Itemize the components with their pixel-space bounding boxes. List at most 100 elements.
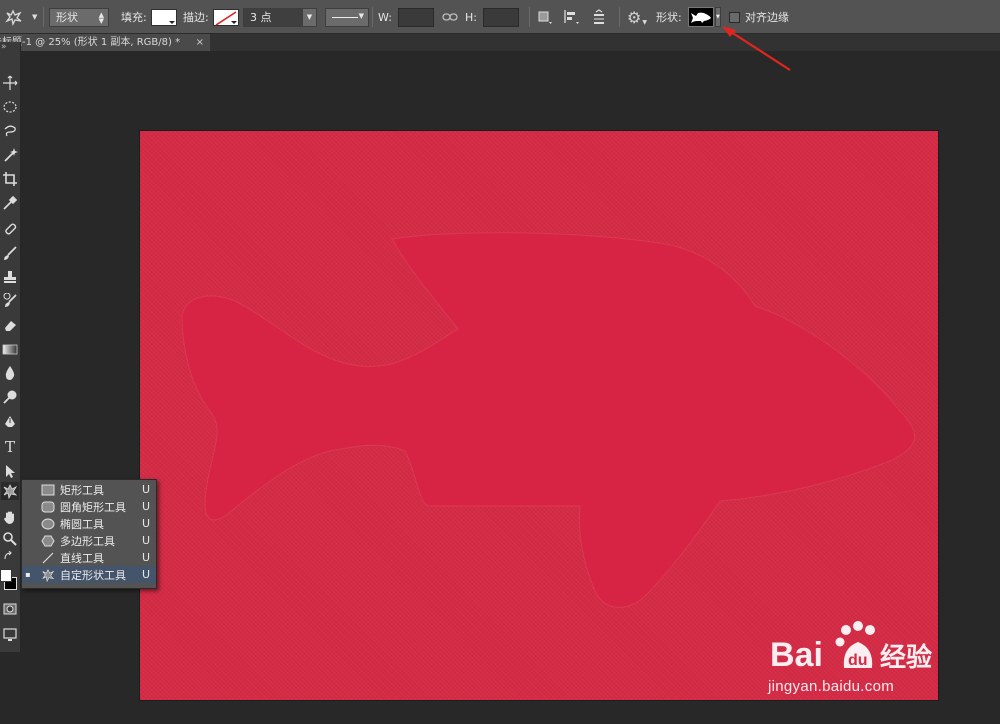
fish-shape-layer[interactable] [140, 131, 938, 700]
lasso-tool-icon[interactable] [1, 122, 19, 140]
flyout-item-ellipse[interactable]: 椭圆工具 U [22, 515, 156, 532]
height-input[interactable] [482, 7, 519, 27]
history-brush-tool-icon[interactable] [1, 292, 19, 310]
flyout-item-shortcut: U [142, 568, 151, 581]
shape-tools-flyout: 矩形工具 U 圆角矩形工具 U 椭圆工具 U 多边形工具 U 直线工具 U ▪ … [21, 479, 157, 589]
rounded-rectangle-icon [40, 500, 56, 514]
stroke-label: 描边: [183, 11, 209, 24]
chevron-down-icon [168, 20, 175, 24]
magic-wand-tool-icon[interactable] [1, 146, 19, 164]
watermark-url: jingyan.baidu.com [768, 678, 895, 695]
flyout-item-shortcut: U [142, 534, 151, 547]
gradient-tool-icon[interactable] [1, 340, 19, 358]
width-label: W: [378, 10, 392, 24]
spinner-arrows-icon: ▲ ▼ [98, 10, 104, 25]
move-tool-icon[interactable] [1, 74, 19, 92]
path-alignment-button[interactable] [563, 0, 581, 34]
path-selection-tool-icon[interactable] [1, 462, 19, 480]
dodge-tool-icon[interactable] [1, 388, 19, 406]
pen-tool-icon[interactable] [1, 414, 19, 432]
divider [43, 7, 44, 27]
options-bar: ▼ 形状 ▲ ▼ 填充: 描边: 3 点 ▼ ▼ W: H: ⚙ ▼ 形状: ▼… [0, 0, 1000, 34]
zoom-tool-icon[interactable] [1, 530, 19, 548]
polygon-icon [40, 534, 56, 548]
geometry-options-button[interactable]: ⚙ ▼ [627, 0, 647, 34]
flyout-item-label: 多边形工具 [60, 534, 115, 548]
link-icon[interactable] [442, 0, 458, 34]
path-operations-icon [538, 11, 552, 24]
width-input[interactable] [397, 7, 434, 27]
marquee-tool-icon[interactable] [1, 98, 19, 116]
chain-link-icon [442, 13, 458, 21]
flyout-item-rounded-rectangle[interactable]: 圆角矩形工具 U [22, 498, 156, 515]
chevron-down-icon[interactable]: ▼ [302, 8, 316, 26]
chevron-down-icon: ▼ [358, 11, 364, 20]
custom-shape-tool-icon[interactable] [1, 482, 19, 500]
flyout-item-shortcut: U [142, 500, 151, 513]
rectangle-icon [40, 483, 56, 497]
eyedropper-tool-icon[interactable] [1, 194, 19, 212]
flyout-item-label: 圆角矩形工具 [60, 500, 126, 514]
shape-picker[interactable] [688, 7, 714, 27]
crop-tool-icon[interactable] [1, 170, 19, 188]
divider [372, 7, 373, 27]
type-tool-icon[interactable]: T [1, 438, 19, 456]
document-tab-bar: 未标题-1 @ 25% (形状 1 副本, RGB/8) * × [0, 34, 1000, 51]
custom-shape-icon [5, 9, 22, 26]
brand-text: Bai [770, 636, 823, 674]
chevron-down-icon: ▼ [716, 14, 720, 20]
height-label: H: [465, 10, 477, 24]
document-canvas[interactable] [140, 131, 938, 700]
chevron-down-icon: ▼ [642, 18, 647, 26]
close-icon[interactable]: × [196, 34, 204, 51]
baidu-jingyan-watermark: Bai du 经验 jingyan.baidu.com [768, 618, 968, 708]
mode-select[interactable]: 形状 ▲ ▼ [49, 7, 109, 27]
flyout-item-label: 直线工具 [60, 551, 104, 565]
svg-text:du: du [848, 652, 868, 669]
swap-colors-icon[interactable] [1, 550, 19, 562]
path-alignment-icon [564, 10, 579, 24]
brush-tool-icon[interactable] [1, 244, 19, 262]
mode-select-value: 形状 [56, 11, 78, 24]
brand-text-2: 经验 [880, 642, 932, 673]
flyout-item-shortcut: U [142, 551, 151, 564]
chevron-down-icon: ▼ [32, 13, 38, 21]
align-edges-checkbox[interactable] [729, 11, 740, 23]
baidu-logo: Bai du 经验 [770, 621, 932, 674]
quick-mask-icon[interactable] [1, 600, 19, 618]
flyout-item-label: 矩形工具 [60, 483, 104, 497]
fish-shape[interactable] [181, 232, 915, 608]
fill-swatch[interactable] [150, 8, 177, 26]
path-arrangement-icon [594, 9, 604, 24]
paw-icon: du [835, 621, 875, 669]
flyout-item-polygon[interactable]: 多边形工具 U [22, 532, 156, 549]
stroke-width-input[interactable]: 3 点 ▼ [243, 7, 317, 27]
hand-tool-icon[interactable] [1, 508, 19, 526]
eraser-tool-icon[interactable] [1, 316, 19, 334]
color-swatches [0, 566, 20, 596]
gear-icon: ⚙ [627, 7, 642, 27]
path-arrangement-button[interactable] [591, 0, 609, 34]
shape-label: 形状: [656, 11, 682, 24]
tool-preset-picker[interactable]: ▼ [4, 0, 37, 34]
document-tab[interactable]: 未标题-1 @ 25% (形状 1 副本, RGB/8) * × [0, 34, 210, 51]
chevron-down-icon [230, 20, 237, 24]
healing-brush-tool-icon[interactable] [1, 220, 19, 238]
path-operations-button[interactable] [537, 0, 553, 34]
flyout-item-line[interactable]: 直线工具 U [22, 549, 156, 566]
ellipse-icon [40, 517, 56, 531]
stroke-type-select[interactable]: ▼ [325, 7, 369, 27]
foreground-color-swatch[interactable] [0, 569, 12, 582]
fill-label: 填充: [121, 11, 147, 24]
collapse-panel-icon[interactable]: » [0, 42, 21, 54]
blur-tool-icon[interactable] [1, 364, 19, 382]
selection-marker: ▪ [25, 570, 31, 579]
flyout-item-rectangle[interactable]: 矩形工具 U [22, 481, 156, 498]
flyout-item-custom-shape[interactable]: ▪ 自定形状工具 U [22, 566, 156, 583]
tools-panel: » T [0, 42, 21, 652]
clone-stamp-tool-icon[interactable] [1, 268, 19, 286]
line-icon [40, 551, 56, 565]
screen-mode-icon[interactable] [1, 626, 19, 644]
divider [529, 7, 530, 27]
stroke-swatch[interactable] [212, 8, 239, 26]
